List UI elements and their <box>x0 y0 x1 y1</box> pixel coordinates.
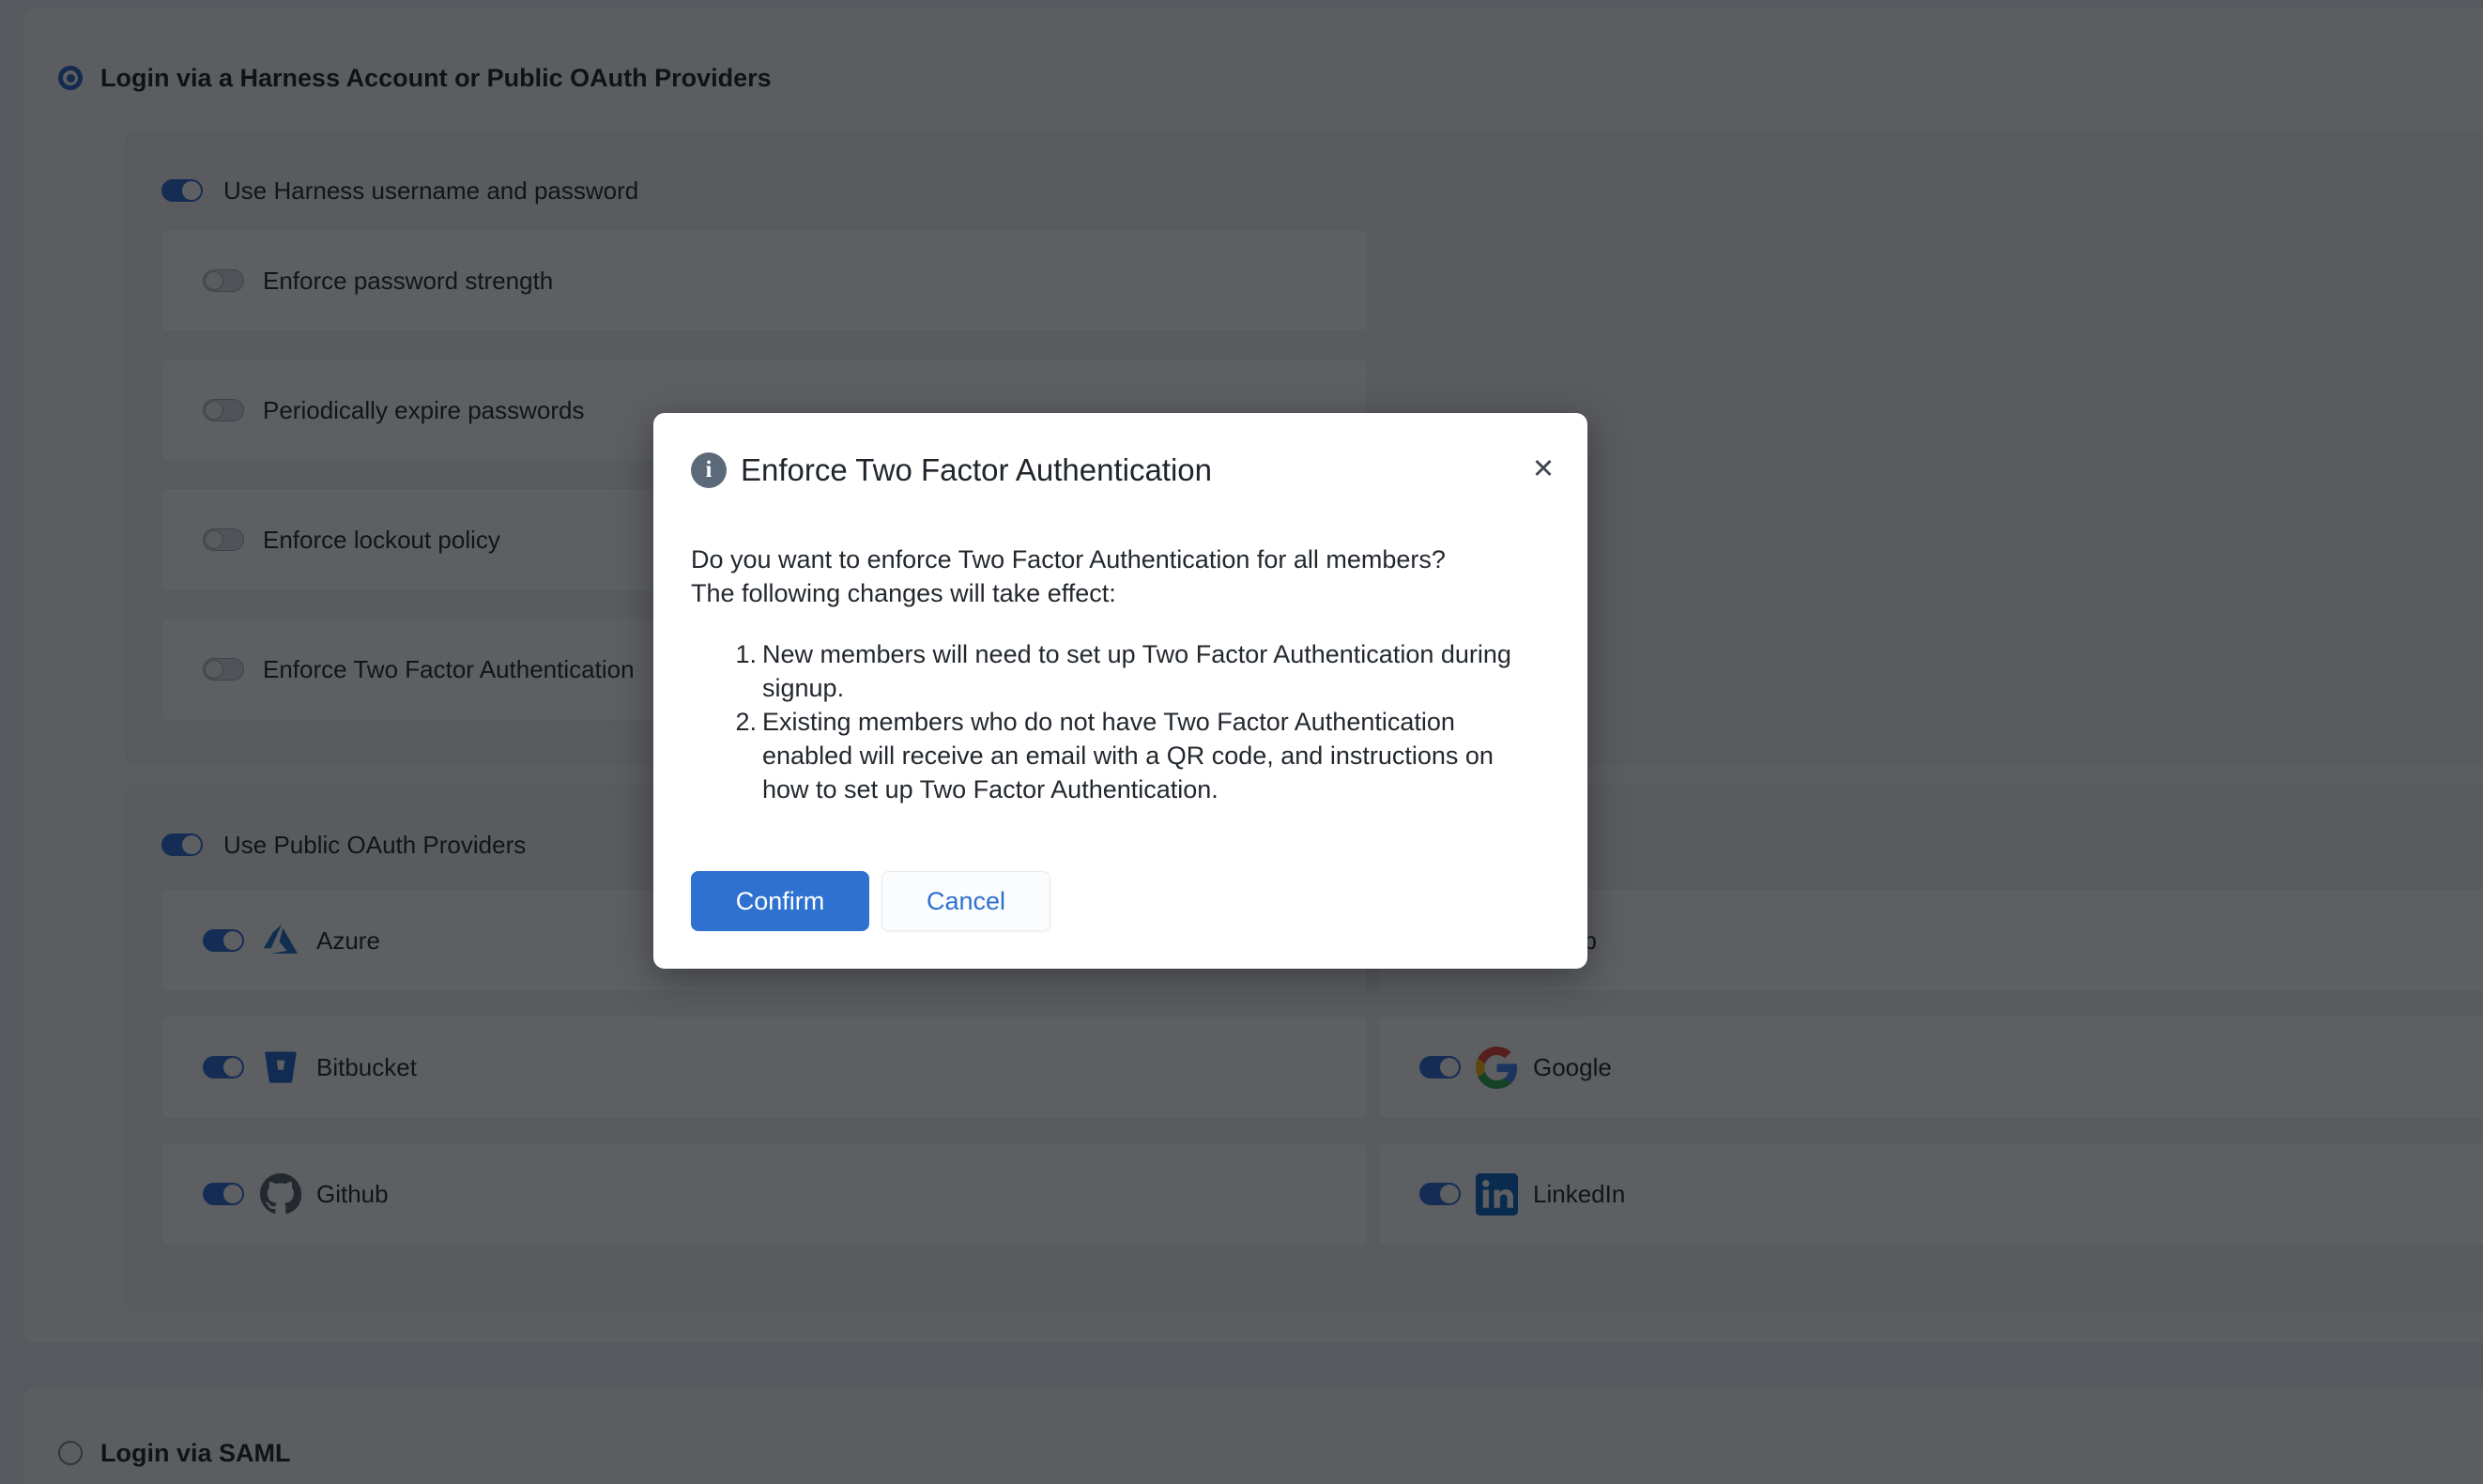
list-item: 1. New members will need to set up Two F… <box>762 637 1550 705</box>
cancel-button[interactable]: Cancel <box>881 871 1050 931</box>
list-item-line: signup. <box>762 671 1550 705</box>
dialog-intro: Do you want to enforce Two Factor Authen… <box>691 543 1550 610</box>
list-item-line: how to set up Two Factor Authentication. <box>762 773 1550 806</box>
enforce-two-factor-dialog: i Enforce Two Factor Authentication ✕ Do… <box>653 413 1587 969</box>
dialog-footer: Confirm Cancel <box>691 871 1550 931</box>
dialog-body: Do you want to enforce Two Factor Authen… <box>691 543 1550 806</box>
close-icon[interactable]: ✕ <box>1525 451 1561 486</box>
intro-line: The following changes will take effect: <box>691 576 1550 610</box>
info-icon: i <box>691 452 727 488</box>
list-item-number: 1. <box>730 637 757 671</box>
dialog-title: Enforce Two Factor Authentication <box>741 451 1212 489</box>
list-item-line: New members will need to set up Two Fact… <box>762 637 1550 671</box>
dialog-change-list: 1. New members will need to set up Two F… <box>691 637 1550 806</box>
list-item-line: enabled will receive an email with a QR … <box>762 739 1550 773</box>
list-item-line: Existing members who do not have Two Fac… <box>762 705 1550 739</box>
auth-settings-page: Login via a Harness Account or Public OA… <box>0 0 2483 1484</box>
list-item: 2. Existing members who do not have Two … <box>762 705 1550 806</box>
dialog-header: i Enforce Two Factor Authentication <box>691 451 1550 489</box>
intro-line: Do you want to enforce Two Factor Authen… <box>691 543 1550 576</box>
confirm-button[interactable]: Confirm <box>691 871 869 931</box>
list-item-number: 2. <box>730 705 757 739</box>
